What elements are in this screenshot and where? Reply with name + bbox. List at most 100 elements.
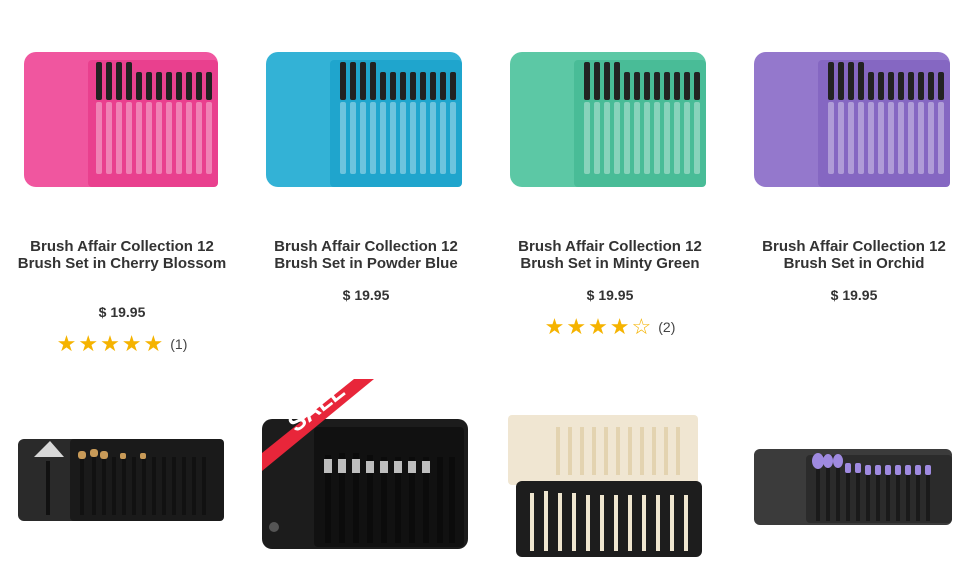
brush-handle <box>594 102 600 174</box>
brush-head <box>664 72 670 100</box>
product-price: $ 19.95 <box>586 287 634 303</box>
product-title[interactable]: Brush Affair Collection 12 Brush Set in … <box>10 238 234 272</box>
brush-handle <box>878 102 884 174</box>
product-card[interactable]: SALE <box>244 375 488 567</box>
brush-head <box>888 72 894 100</box>
brush-handle <box>136 102 142 174</box>
brush-head <box>106 62 112 100</box>
product-image[interactable] <box>488 375 732 567</box>
brush-handle <box>624 102 630 174</box>
brush-handle <box>370 102 376 174</box>
brush-head <box>350 62 356 100</box>
brush-head <box>380 72 386 100</box>
brush-handle <box>186 102 192 174</box>
product-image[interactable] <box>732 375 976 567</box>
review-count[interactable]: (2) <box>658 319 675 335</box>
star-icon: ★ <box>588 314 608 339</box>
product-image[interactable]: SALE <box>244 375 488 567</box>
star-icon: ★ <box>121 331 142 356</box>
brush-head <box>206 72 212 100</box>
brush-head <box>634 72 640 100</box>
brush-handle <box>116 102 122 174</box>
star-icon: ★ <box>609 314 630 339</box>
brush-handle <box>604 102 610 174</box>
brush-head <box>684 72 690 100</box>
product-grid: Brush Affair Collection 12 Brush Set in … <box>0 0 980 567</box>
brush-handle <box>440 102 446 174</box>
brush-handle <box>664 102 670 174</box>
brush-handle <box>390 102 396 174</box>
brush-handle <box>126 102 132 174</box>
brush-head <box>908 72 914 100</box>
brush-head <box>654 72 660 100</box>
brush-handle <box>106 102 112 174</box>
brush-handle <box>674 102 680 174</box>
brush-handle <box>654 102 660 174</box>
product-rating[interactable]: ★ ★ ★ ★ ☆ (2) <box>488 316 732 338</box>
brush-head <box>584 62 590 100</box>
brush-handle <box>938 102 944 174</box>
product-card[interactable] <box>488 375 732 567</box>
star-icon: ★ <box>566 314 587 339</box>
brush-head <box>868 72 874 100</box>
product-card[interactable] <box>732 375 976 567</box>
brush-head <box>938 72 944 100</box>
brush-handle <box>166 102 172 174</box>
product-image[interactable] <box>0 375 244 567</box>
brush-head <box>166 72 172 100</box>
brush-handle <box>888 102 894 174</box>
brush-head <box>604 62 610 100</box>
brush-head <box>450 72 456 100</box>
brush-head <box>96 62 102 100</box>
brush-head <box>440 72 446 100</box>
brush-handle <box>928 102 934 174</box>
brush-handle <box>918 102 924 174</box>
brush-head <box>196 72 202 100</box>
brush-handle <box>196 102 202 174</box>
brush-handle <box>360 102 366 174</box>
brush-handle <box>858 102 864 174</box>
product-card[interactable] <box>0 375 244 567</box>
brush-handle <box>848 102 854 174</box>
brush-head <box>848 62 854 100</box>
brush-head <box>370 62 376 100</box>
brush-handle <box>898 102 904 174</box>
brush-head <box>694 72 700 100</box>
brush-head <box>898 72 904 100</box>
product-image[interactable] <box>488 0 732 200</box>
brush-handle <box>350 102 356 174</box>
brush-handle <box>96 102 102 174</box>
star-outline-icon: ☆ <box>631 314 652 339</box>
product-image[interactable] <box>732 0 976 200</box>
product-title[interactable]: Brush Affair Collection 12 Brush Set in … <box>742 238 966 272</box>
product-image[interactable] <box>244 0 488 200</box>
star-icon: ★ <box>544 314 565 339</box>
product-price: $ 19.95 <box>342 287 390 303</box>
brush-head <box>156 72 162 100</box>
brush-handle <box>584 102 590 174</box>
brush-handle <box>694 102 700 174</box>
brush-head <box>186 72 192 100</box>
brush-head <box>928 72 934 100</box>
brush-head <box>410 72 416 100</box>
product-title[interactable]: Brush Affair Collection 12 Brush Set in … <box>254 238 478 272</box>
brush-head <box>390 72 396 100</box>
brush-head <box>126 62 132 100</box>
brush-head <box>420 72 426 100</box>
brush-head <box>644 72 650 100</box>
product-image[interactable] <box>0 0 244 200</box>
brush-handle <box>684 102 690 174</box>
brush-head <box>360 62 366 100</box>
brush-handle <box>634 102 640 174</box>
product-rating[interactable]: ★ ★ ★ ★ ★ (1) <box>0 333 244 355</box>
product-title[interactable]: Brush Affair Collection 12 Brush Set in … <box>498 238 722 272</box>
brush-head <box>878 72 884 100</box>
brush-handle <box>908 102 914 174</box>
brush-handle <box>420 102 426 174</box>
brush-handle <box>828 102 834 174</box>
brush-handle <box>340 102 346 174</box>
brush-head <box>400 72 406 100</box>
brush-head <box>176 72 182 100</box>
brush-head <box>594 62 600 100</box>
review-count[interactable]: (1) <box>170 336 187 352</box>
